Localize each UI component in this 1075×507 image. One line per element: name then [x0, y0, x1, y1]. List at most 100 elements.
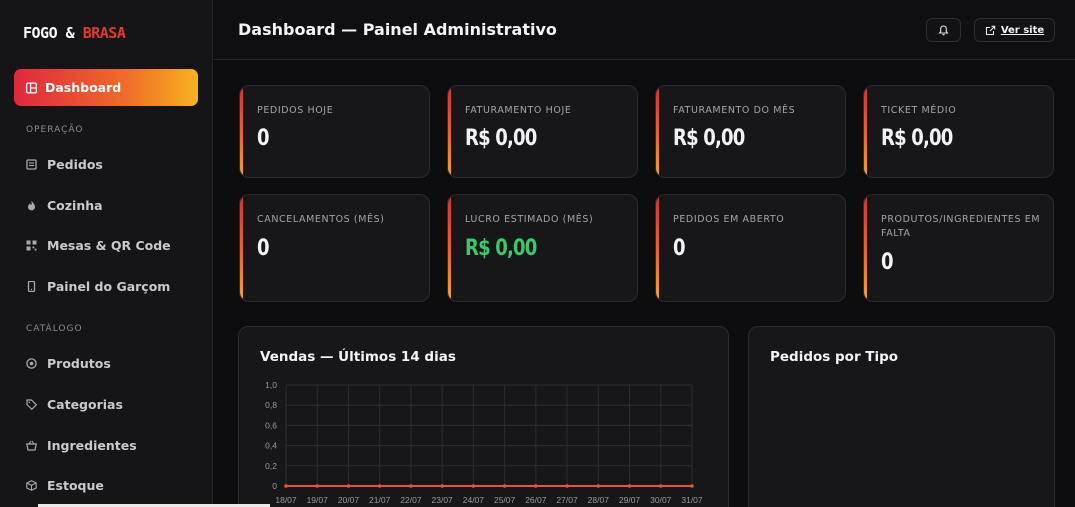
y-tick-label: 0,8: [265, 400, 277, 410]
x-tick-label: 30/07: [650, 495, 672, 505]
sales-data-point: [658, 484, 663, 488]
sidebar-item-label: Produtos: [47, 355, 111, 371]
sales-data-point: [471, 484, 476, 488]
receipt-icon: [26, 158, 37, 170]
external-link-icon: [985, 21, 996, 40]
kpi-card-pedidos-aberto: PEDIDOS EM ABERTO 0: [655, 194, 846, 302]
x-tick-label: 20/07: [338, 495, 360, 505]
sales-data-point: [534, 484, 538, 488]
sidebar-item-mesas[interactable]: Mesas & QR Code: [26, 233, 171, 257]
x-tick-label: 24/07: [463, 495, 485, 505]
sales-data-point: [377, 484, 382, 488]
kpi-value: R$ 0,00: [465, 126, 537, 151]
brand-name-accent: BRASA: [82, 24, 126, 42]
sidebar-item-label: Mesas & QR Code: [47, 237, 171, 253]
kpi-label: TICKET MÉDIO: [881, 105, 957, 116]
orders-by-type-panel: Pedidos por Tipo: [748, 326, 1055, 507]
notifications-button[interactable]: [926, 18, 961, 42]
sidebar-item-painel-garcom[interactable]: Painel do Garçom: [26, 274, 170, 298]
sidebar-item-label: Categorias: [47, 396, 123, 412]
x-tick-label: 31/07: [681, 495, 703, 505]
kpi-label: PEDIDOS HOJE: [257, 105, 334, 116]
x-tick-label: 22/07: [400, 495, 422, 505]
brand-logo[interactable]: FOGO & BRASA: [23, 24, 126, 42]
kpi-card-lucro-estimado: LUCRO ESTIMADO (MÊS) R$ 0,00: [447, 194, 638, 302]
x-tick-label: 19/07: [307, 495, 329, 505]
kpi-value: R$ 0,00: [673, 126, 745, 151]
kpi-card-faturamento-hoje: FATURAMENTO HOJE R$ 0,00: [447, 85, 638, 178]
sidebar-section-title: OPERAÇÃO: [26, 125, 84, 135]
x-tick-label: 23/07: [432, 495, 454, 505]
kpi-value: R$ 0,00: [465, 236, 537, 261]
kpi-label: PRODUTOS/INGREDIENTES EM FALTA: [881, 214, 1041, 239]
kpi-label: PEDIDOS EM ABERTO: [673, 214, 785, 225]
x-tick-label: 18/07: [275, 495, 297, 505]
kpi-label: FATURAMENTO HOJE: [465, 105, 572, 116]
sidebar: FOGO & BRASA Dashboard OPERAÇÃO Pedidos …: [0, 0, 213, 507]
flame-icon: [26, 200, 37, 211]
kpi-card-faturamento-mes: FATURAMENTO DO MÊS R$ 0,00: [655, 85, 846, 178]
sales-data-point: [627, 484, 632, 488]
x-tick-label: 25/07: [494, 495, 516, 505]
sidebar-item-label: Cozinha: [47, 197, 103, 213]
target-icon: [26, 357, 37, 369]
sales-data-point: [596, 484, 601, 488]
box-icon: [26, 479, 37, 491]
sidebar-item-categorias[interactable]: Categorias: [26, 392, 123, 416]
sales-data-point: [690, 484, 694, 488]
sales-chart-panel: Vendas — Últimos 14 dias 0 0,2 0,4 0,6 0,8 1,…: [238, 326, 729, 507]
kpi-value: 0: [673, 236, 686, 261]
sales-data-point: [502, 484, 507, 488]
sidebar-item-pedidos[interactable]: Pedidos: [26, 152, 103, 176]
sidebar-item-ingredientes[interactable]: Ingredientes: [26, 433, 137, 457]
sales-data-point: [346, 484, 351, 488]
y-tick-label: 0,6: [265, 420, 277, 430]
sidebar-item-label: Dashboard: [45, 80, 122, 95]
top-bar: Dashboard — Painel Administrativo Ver si…: [214, 0, 1075, 60]
y-tick-label: 1,0: [265, 380, 277, 390]
kpi-value: 0: [881, 250, 894, 275]
sidebar-item-dashboard[interactable]: Dashboard: [14, 69, 198, 106]
phone-icon: [26, 280, 37, 292]
sales-data-point: [565, 484, 569, 488]
sidebar-section-title: CATÁLOGO: [26, 324, 83, 334]
brand-name-primary: FOGO &: [23, 24, 83, 42]
y-tick-label: 0: [272, 481, 277, 491]
sales-line-chart: 0 0,2 0,4 0,6 0,8 1,0 18/07 19/07 20/07 21/07 22/0…: [265, 380, 703, 505]
kpi-value: R$ 0,00: [881, 126, 953, 151]
y-tick-label: 0,2: [265, 461, 277, 471]
y-tick-label: 0,4: [265, 441, 277, 451]
kpi-value: 0: [257, 236, 270, 261]
sidebar-item-label: Estoque: [47, 477, 104, 493]
kpi-card-pedidos-hoje: PEDIDOS HOJE 0: [239, 85, 430, 178]
dashboard-icon: [26, 82, 37, 93]
page-title: Dashboard — Painel Administrativo: [238, 20, 557, 39]
view-site-button[interactable]: Ver site: [974, 18, 1055, 42]
kpi-card-em-falta: PRODUTOS/INGREDIENTES EM FALTA 0: [863, 194, 1054, 302]
sidebar-item-produtos[interactable]: Produtos: [26, 351, 111, 375]
sidebar-item-estoque[interactable]: Estoque: [26, 473, 104, 497]
qr-code-icon: [26, 240, 37, 251]
sidebar-item-label: Painel do Garçom: [47, 278, 171, 294]
sales-data-point: [315, 484, 320, 488]
kpi-value: 0: [257, 126, 270, 151]
kpi-label: LUCRO ESTIMADO (MÊS): [465, 214, 594, 225]
sales-data-point: [409, 484, 413, 488]
sales-data-point: [440, 484, 444, 488]
sidebar-item-label: Pedidos: [47, 156, 103, 172]
kpi-label: FATURAMENTO DO MÊS: [673, 105, 796, 116]
x-tick-label: 26/07: [525, 495, 547, 505]
kpi-card-cancelamentos: CANCELAMENTOS (MÊS) 0: [239, 194, 430, 302]
sales-data-point: [284, 484, 288, 488]
sidebar-item-cozinha[interactable]: Cozinha: [26, 193, 103, 217]
x-tick-label: 28/07: [588, 495, 610, 505]
sidebar-item-label: Ingredientes: [47, 437, 137, 453]
x-tick-label: 27/07: [556, 495, 578, 505]
view-site-label: Ver site: [1000, 24, 1045, 36]
kpi-card-ticket-medio: TICKET MÉDIO R$ 0,00: [863, 85, 1054, 178]
basket-icon: [26, 440, 37, 451]
x-tick-label: 29/07: [619, 495, 641, 505]
x-tick-label: 21/07: [369, 495, 391, 505]
tag-icon: [26, 398, 37, 410]
kpi-label: CANCELAMENTOS (MÊS): [257, 214, 385, 225]
